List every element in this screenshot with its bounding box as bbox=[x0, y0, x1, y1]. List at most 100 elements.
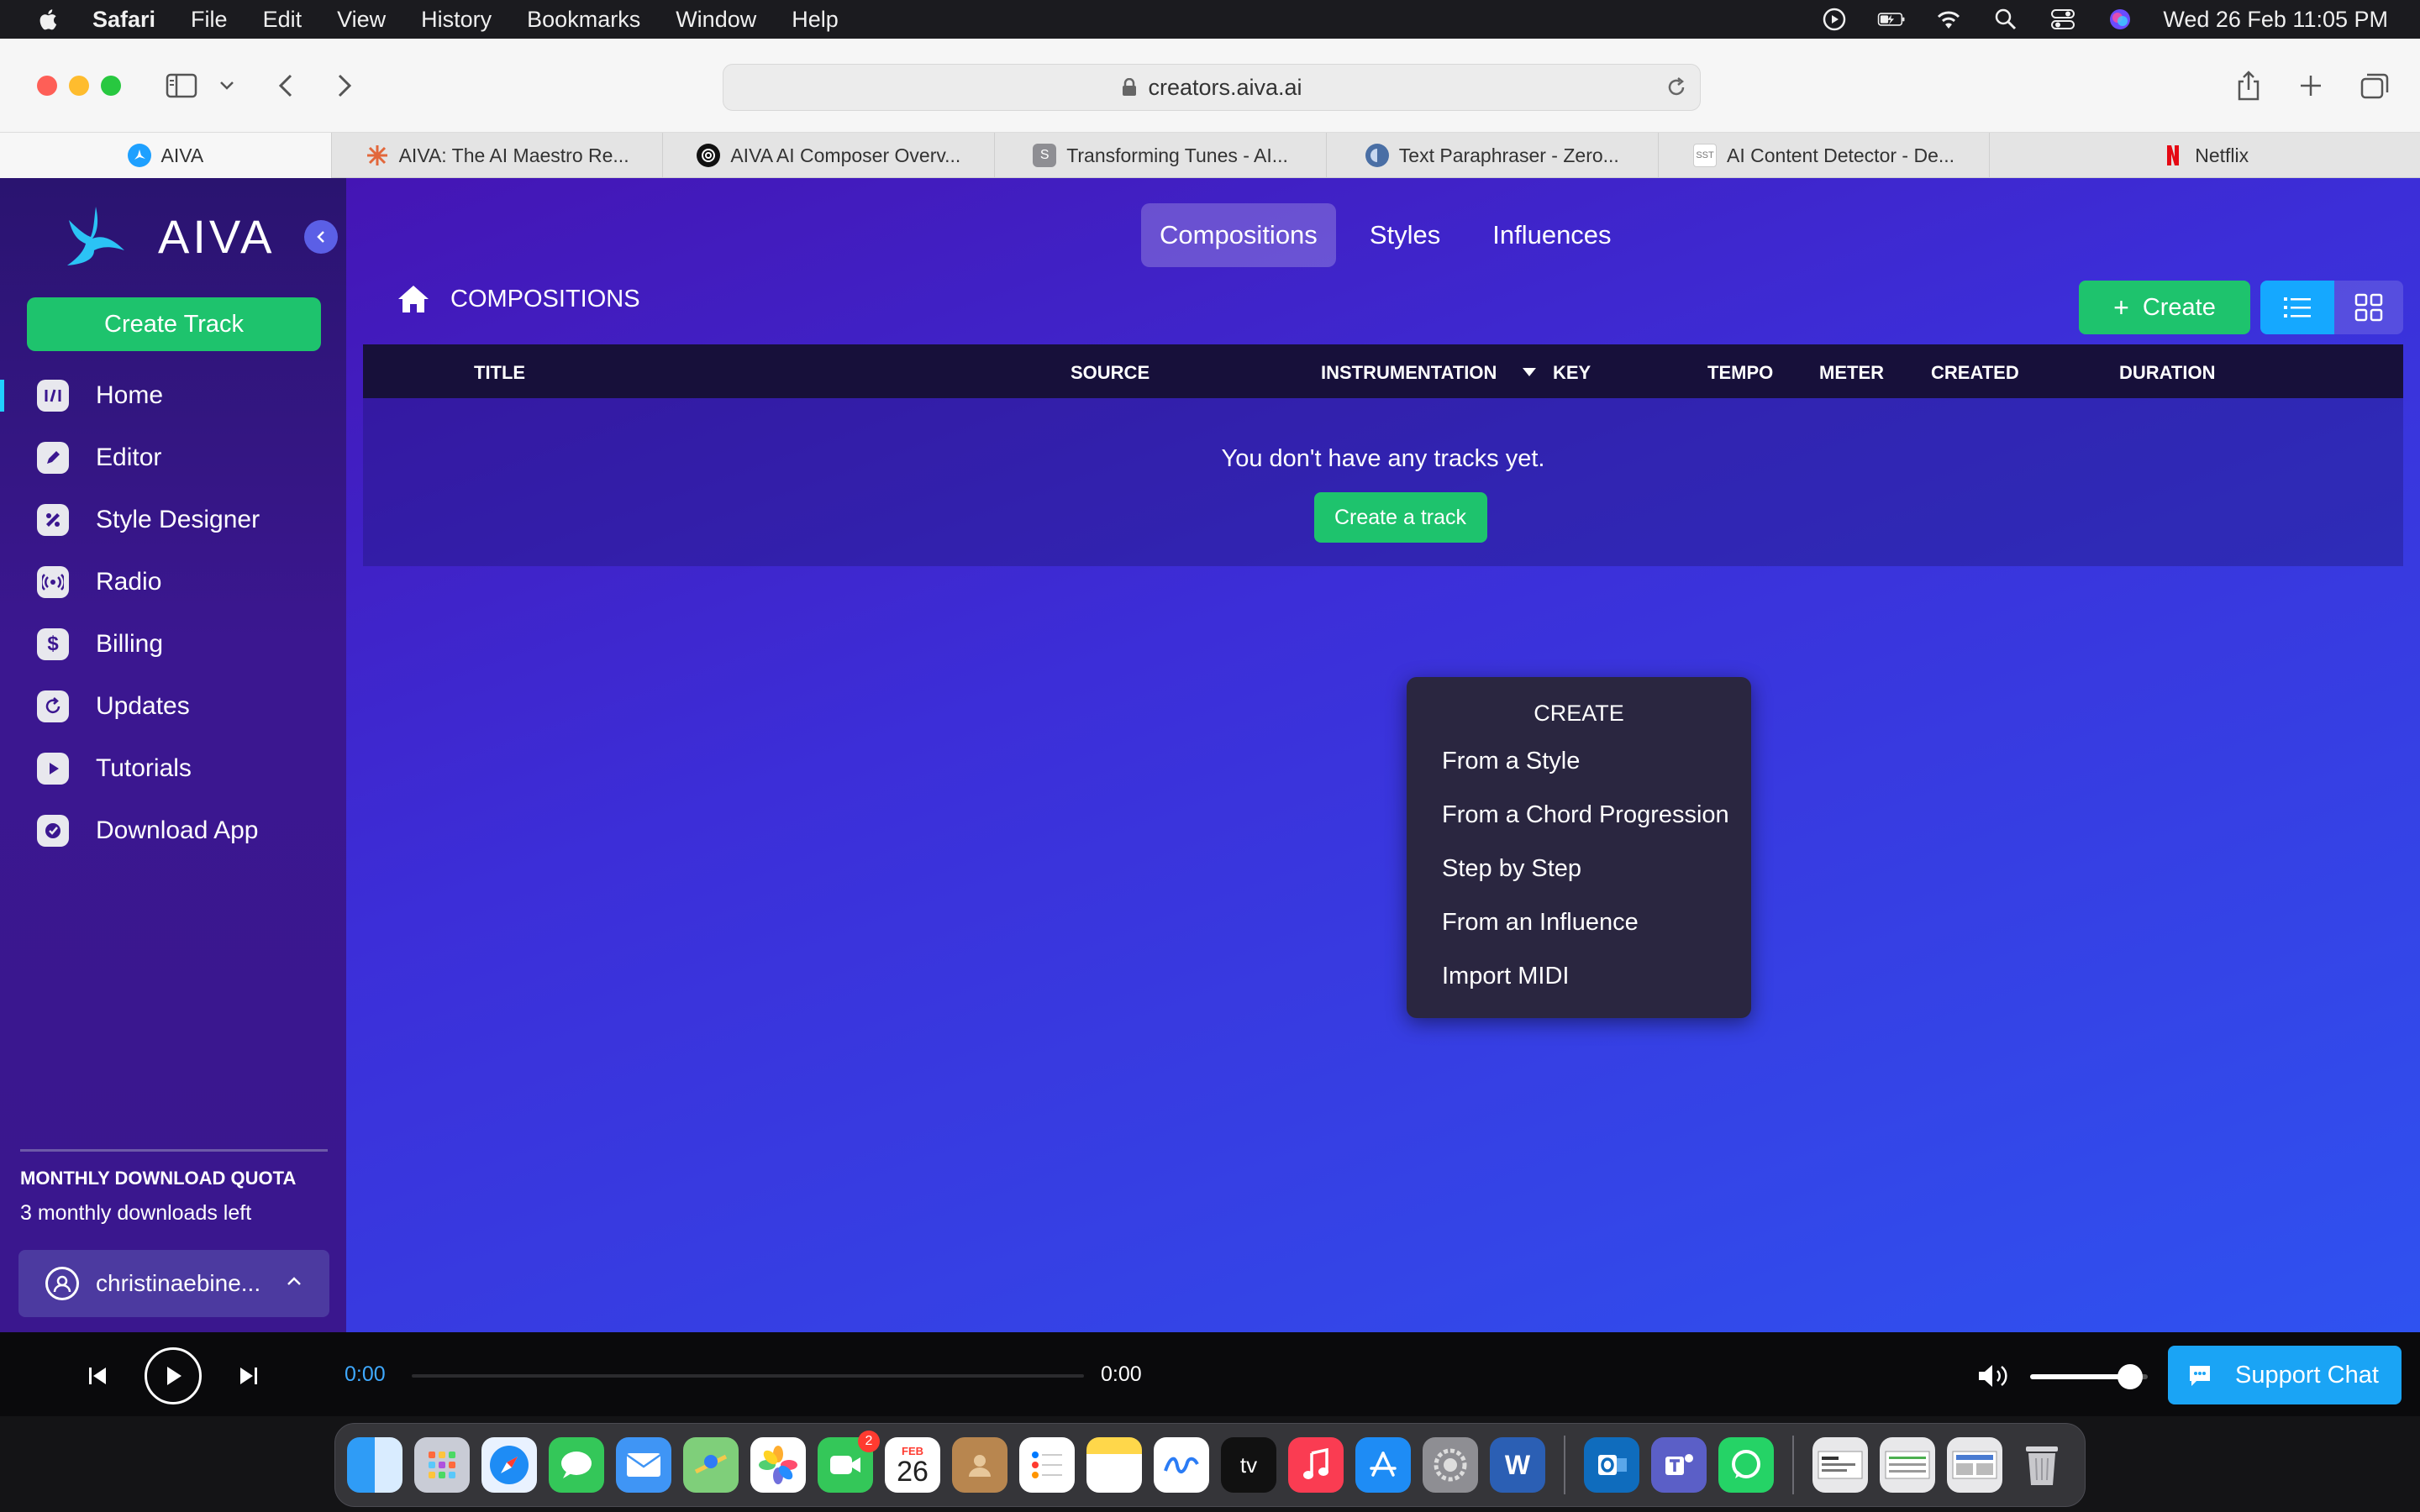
play-button[interactable] bbox=[145, 1347, 202, 1404]
menu-item-step-by-step[interactable]: Step by Step bbox=[1442, 855, 1581, 883]
browser-tab-aiva-composer[interactable]: AIVA AI Composer Overv... bbox=[663, 133, 996, 178]
browser-tab-transforming-tunes[interactable]: S Transforming Tunes - AI... bbox=[995, 133, 1327, 178]
now-playing-icon[interactable] bbox=[1820, 7, 1849, 32]
browser-tab-text-paraphraser[interactable]: Text Paraphraser - Zero... bbox=[1327, 133, 1659, 178]
back-arrow-icon[interactable] bbox=[266, 66, 306, 106]
menu-edit[interactable]: Edit bbox=[263, 7, 302, 33]
chevron-down-icon[interactable] bbox=[210, 66, 244, 106]
sidebar-toggle-icon[interactable] bbox=[161, 66, 202, 106]
account-menu[interactable]: christinaebine... bbox=[18, 1250, 329, 1317]
sidebar-item-editor[interactable]: Editor bbox=[0, 427, 346, 489]
tab-compositions[interactable]: Compositions bbox=[1141, 203, 1336, 267]
forward-arrow-icon[interactable] bbox=[324, 66, 365, 106]
menubar-datetime[interactable]: Wed 26 Feb 11:05 PM bbox=[2163, 7, 2388, 33]
recent-window-thumbnail-icon[interactable] bbox=[1880, 1437, 1935, 1493]
column-duration[interactable]: DURATION bbox=[2119, 362, 2215, 384]
notes-icon[interactable] bbox=[1086, 1437, 1142, 1493]
grid-view-toggle[interactable] bbox=[2334, 281, 2403, 334]
microsoft-word-icon[interactable]: W bbox=[1490, 1437, 1545, 1493]
photos-icon[interactable] bbox=[750, 1437, 806, 1493]
freeform-icon[interactable] bbox=[1154, 1437, 1209, 1493]
reload-icon[interactable] bbox=[1665, 76, 1688, 99]
finder-icon[interactable] bbox=[347, 1437, 402, 1493]
volume-icon[interactable] bbox=[1975, 1357, 2012, 1394]
control-center-icon[interactable] bbox=[2049, 7, 2077, 32]
column-instrumentation[interactable]: INSTRUMENTATION bbox=[1321, 362, 1497, 384]
music-icon[interactable] bbox=[1288, 1437, 1344, 1493]
browser-tab-aiva-maestro[interactable]: AIVA: The AI Maestro Re... bbox=[332, 133, 664, 178]
collapse-sidebar-button[interactable] bbox=[304, 220, 338, 254]
menu-file[interactable]: File bbox=[191, 7, 228, 33]
tab-styles[interactable]: Styles bbox=[1351, 203, 1459, 267]
column-created[interactable]: CREATED bbox=[1931, 362, 2019, 384]
menu-item-from-influence[interactable]: From an Influence bbox=[1442, 909, 1639, 937]
sidebar-item-download-app[interactable]: Download App bbox=[0, 800, 346, 862]
window-zoom-button[interactable] bbox=[101, 76, 121, 96]
volume-slider-handle[interactable] bbox=[2118, 1364, 2143, 1389]
menu-item-import-midi[interactable]: Import MIDI bbox=[1442, 963, 1569, 990]
sidebar-item-style-designer[interactable]: Style Designer bbox=[0, 489, 346, 551]
spotlight-search-icon[interactable] bbox=[1991, 7, 2020, 32]
column-title[interactable]: TITLE bbox=[474, 362, 525, 384]
recent-window-thumbnail-icon[interactable] bbox=[1812, 1437, 1868, 1493]
column-meter[interactable]: METER bbox=[1819, 362, 1884, 384]
mail-icon[interactable] bbox=[616, 1437, 671, 1493]
facetime-icon[interactable]: 2 bbox=[818, 1431, 880, 1493]
create-button[interactable]: + Create bbox=[2079, 281, 2250, 334]
progress-bar[interactable] bbox=[412, 1374, 1084, 1378]
previous-track-icon[interactable] bbox=[81, 1359, 114, 1393]
next-track-icon[interactable] bbox=[232, 1359, 266, 1393]
menu-window[interactable]: Window bbox=[676, 7, 756, 33]
column-source[interactable]: SOURCE bbox=[1071, 362, 1150, 384]
list-view-toggle[interactable] bbox=[2260, 281, 2334, 334]
window-minimize-button[interactable] bbox=[69, 76, 89, 96]
sidebar-item-updates[interactable]: Updates bbox=[0, 675, 346, 738]
maps-icon[interactable] bbox=[683, 1437, 739, 1493]
sidebar-item-radio[interactable]: Radio bbox=[0, 551, 346, 613]
menu-app-name[interactable]: Safari bbox=[92, 7, 155, 33]
window-close-button[interactable] bbox=[37, 76, 57, 96]
menu-item-from-style[interactable]: From a Style bbox=[1442, 748, 1580, 775]
aiva-logo[interactable]: AIVA bbox=[55, 203, 275, 269]
column-key[interactable]: KEY bbox=[1553, 362, 1591, 384]
apple-menu-icon[interactable] bbox=[34, 4, 64, 34]
tab-overview-icon[interactable] bbox=[2354, 66, 2395, 106]
app-store-icon[interactable] bbox=[1355, 1437, 1411, 1493]
recent-window-thumbnail-icon[interactable] bbox=[1947, 1437, 2002, 1493]
home-breadcrumb-icon[interactable] bbox=[397, 284, 430, 314]
system-settings-icon[interactable] bbox=[1423, 1437, 1478, 1493]
messages-icon[interactable] bbox=[549, 1437, 604, 1493]
column-tempo[interactable]: TEMPO bbox=[1707, 362, 1773, 384]
trash-icon[interactable] bbox=[2014, 1437, 2070, 1493]
share-icon[interactable] bbox=[2228, 66, 2269, 106]
teams-icon[interactable] bbox=[1651, 1437, 1707, 1493]
menu-item-from-chord-progression[interactable]: From a Chord Progression bbox=[1442, 801, 1729, 829]
contacts-icon[interactable] bbox=[952, 1437, 1007, 1493]
outlook-icon[interactable] bbox=[1584, 1437, 1639, 1493]
create-a-track-button[interactable]: Create a track bbox=[1314, 492, 1487, 543]
support-chat-button[interactable]: Support Chat bbox=[2168, 1346, 2402, 1404]
apple-tv-icon[interactable]: tv bbox=[1221, 1437, 1276, 1493]
battery-icon[interactable] bbox=[1877, 7, 1906, 32]
menu-help[interactable]: Help bbox=[792, 7, 839, 33]
sort-down-icon[interactable] bbox=[1521, 366, 1538, 378]
wifi-icon[interactable] bbox=[1934, 7, 1963, 32]
address-bar[interactable]: creators.aiva.ai bbox=[723, 64, 1701, 111]
calendar-icon[interactable]: FEB 26 bbox=[885, 1437, 940, 1493]
browser-tab-aiva[interactable]: AIVA bbox=[0, 133, 332, 178]
sidebar-item-tutorials[interactable]: Tutorials bbox=[0, 738, 346, 800]
safari-icon[interactable] bbox=[481, 1437, 537, 1493]
launchpad-icon[interactable] bbox=[414, 1437, 470, 1493]
siri-icon[interactable] bbox=[2106, 7, 2134, 32]
browser-tab-netflix[interactable]: Netflix bbox=[1990, 133, 2420, 178]
menu-view[interactable]: View bbox=[337, 7, 386, 33]
new-tab-plus-icon[interactable] bbox=[2291, 66, 2331, 106]
menu-bookmarks[interactable]: Bookmarks bbox=[527, 7, 640, 33]
menu-history[interactable]: History bbox=[421, 7, 492, 33]
create-track-button[interactable]: Create Track bbox=[27, 297, 321, 351]
reminders-icon[interactable] bbox=[1019, 1437, 1075, 1493]
sidebar-item-home[interactable]: Home bbox=[0, 365, 346, 427]
browser-tab-ai-content-detector[interactable]: SST AI Content Detector - De... bbox=[1659, 133, 1991, 178]
tab-influences[interactable]: Influences bbox=[1474, 203, 1629, 267]
sidebar-item-billing[interactable]: $ Billing bbox=[0, 613, 346, 675]
